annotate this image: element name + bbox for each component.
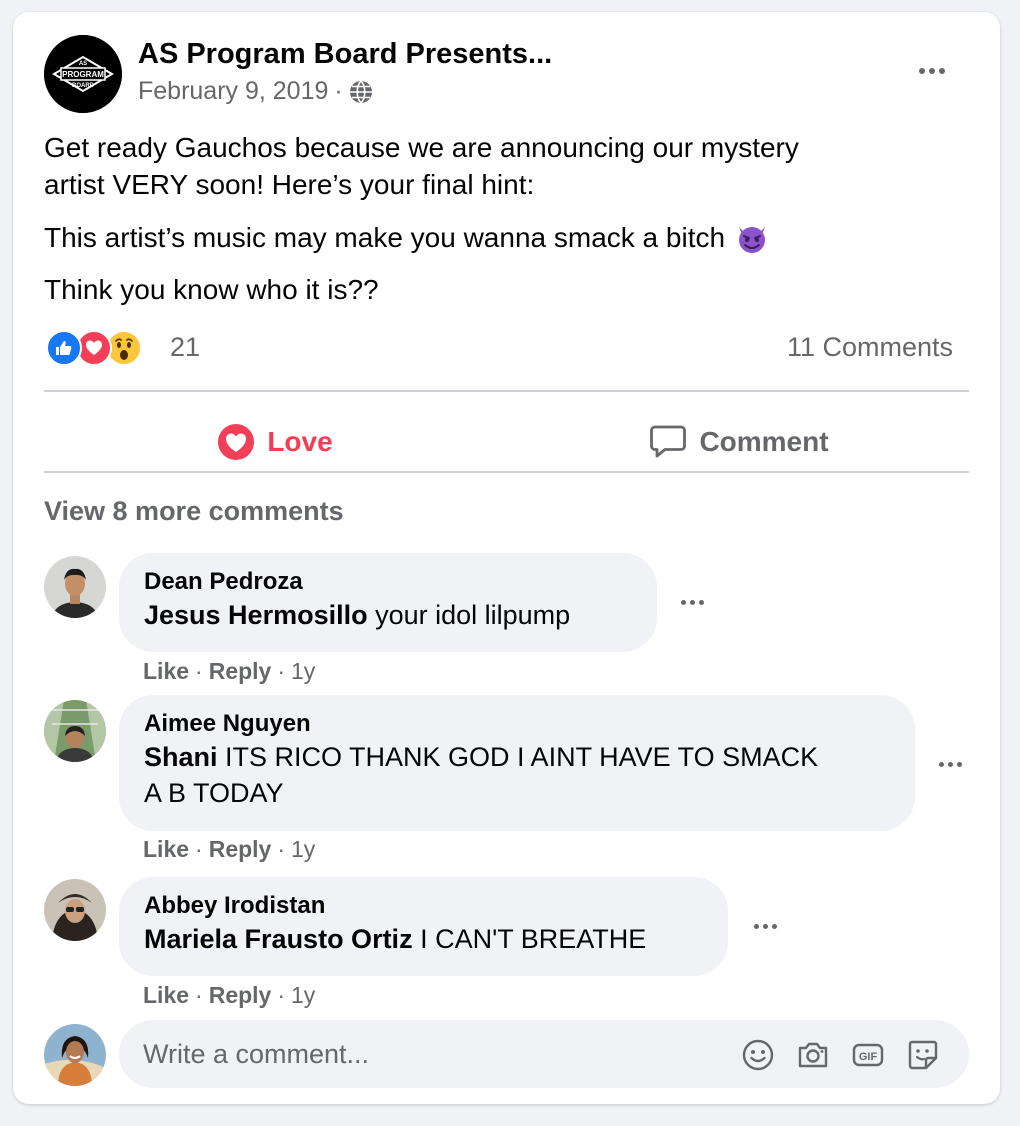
comment-time[interactable]: 1y [291,982,315,1009]
comment-actions: Like · Reply · 1y [143,836,316,863]
smiling-devil-icon [739,227,766,253]
like-reaction-icon [46,330,82,366]
divider-top [44,390,969,392]
comment-icon [650,425,687,458]
avatar[interactable] [44,700,106,762]
comment-composer: GIF [119,1020,969,1088]
globe-icon[interactable] [349,79,373,104]
post-text-line-2: artist VERY soon! Here’s your final hint… [44,169,535,200]
comment-text: Shani ITS RICO THANK GOD I AINT HAVE TO … [144,739,890,775]
like-link[interactable]: Like [143,982,189,1009]
comment-text: Jesus Hermosillo your idol lilpump [144,597,632,633]
svg-text:BOARD: BOARD [72,83,95,89]
comment-more-options-icon[interactable] [754,924,777,929]
avatar[interactable] [44,879,106,941]
gif-icon[interactable]: GIF [851,1038,885,1072]
love-button-label: Love [267,426,333,457]
comment-mention[interactable]: Jesus Hermosillo [144,600,368,630]
comment-button[interactable]: Comment [508,402,970,482]
comment-mention[interactable]: Mariela Frausto Ortiz [144,924,413,954]
reaction-count[interactable]: 21 [170,332,200,363]
comment-more-options-icon[interactable] [939,762,962,767]
emoji-icon[interactable] [741,1038,775,1072]
comment-bubble: Abbey Irodistan Mariela Frausto Ortiz I … [119,877,728,976]
post-text-hint: This artist’s music may make you wanna s… [44,222,726,253]
avatar[interactable] [44,556,106,618]
comment-text-line-2: A B TODAY [144,778,284,808]
reply-link[interactable]: Reply [209,836,272,863]
comment-actions: Like · Reply · 1y [143,982,316,1009]
comment-actions: Like · Reply · 1y [143,658,316,685]
post-more-options-icon[interactable] [917,66,947,76]
reply-link[interactable]: Reply [209,658,272,685]
comment-bubble: Dean Pedroza Jesus Hermosillo your idol … [119,553,657,652]
comment-body: ITS RICO THANK GOD I AINT HAVE TO SMACK [217,742,819,772]
view-more-comments[interactable]: View 8 more comments [44,496,344,527]
comment-input[interactable] [143,1020,723,1088]
comment-body: your idol lilpump [367,600,571,630]
sticker-icon[interactable] [906,1038,940,1072]
like-link[interactable]: Like [143,658,189,685]
post-text-line-3: This artist’s music may make you wanna s… [44,220,769,256]
comment-author[interactable]: Abbey Irodistan [144,891,703,921]
comment-bubble: Aimee Nguyen Shani ITS RICO THANK GOD I … [119,695,915,831]
comment-time[interactable]: 1y [291,836,315,863]
comment-time[interactable]: 1y [291,658,315,685]
camera-icon[interactable] [796,1038,830,1072]
love-icon [218,424,255,460]
page-name[interactable]: AS Program Board Presents... [138,38,552,71]
comment-body: I CAN'T BREATHE [412,924,647,954]
meta-separator: · [334,77,343,105]
comment-text: Mariela Frausto Ortiz I CAN'T BREATHE [144,921,703,957]
svg-text:AS: AS [79,61,87,67]
comment-author[interactable]: Dean Pedroza [144,567,632,597]
like-link[interactable]: Like [143,836,189,863]
comment-button-label: Comment [699,426,829,457]
svg-text:PROGRAM: PROGRAM [62,70,104,79]
reactions-summary[interactable] [46,330,142,366]
current-user-avatar[interactable] [44,1024,106,1086]
post-meta: February 9, 2019 · [138,77,373,106]
reply-link[interactable]: Reply [209,982,272,1009]
love-button[interactable]: Love [44,402,506,482]
comment-more-options-icon[interactable] [681,600,704,605]
post-text-line-1: Get ready Gauchos because we are announc… [44,132,799,163]
comment-count[interactable]: 11 Comments [787,332,953,363]
svg-text:GIF: GIF [859,1051,878,1063]
post-card: AS PROGRAM BOARD AS Program Board Presen… [13,12,1000,1104]
comment-author[interactable]: Aimee Nguyen [144,709,890,739]
divider-bottom [44,471,969,473]
comment-mention[interactable]: Shani [144,742,218,772]
page-avatar[interactable]: AS PROGRAM BOARD [44,35,122,113]
post-text-line-4: Think you know who it is?? [44,274,379,305]
post-date[interactable]: February 9, 2019 [138,77,328,106]
